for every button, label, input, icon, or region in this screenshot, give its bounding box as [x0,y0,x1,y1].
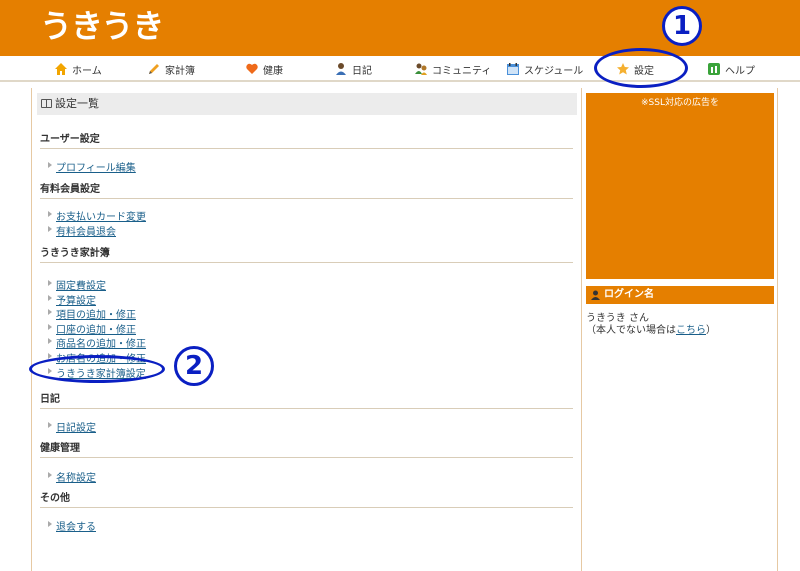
annotation-highlight-kakeibo-settings [29,355,165,383]
link-withdraw[interactable]: 退会する [48,518,96,533]
login-note-prefix: （本人でない場合は [586,325,676,336]
login-heading: ログイン名 [586,286,774,304]
pencil-icon [149,64,159,74]
settings-panel: 設定一覧 ユーザー設定 プロフィール編集 有料会員設定 お支払いカード変更 有料… [31,88,582,571]
link-paid-member-cancel[interactable]: 有料会員退会 [48,223,116,238]
section-heading-user: ユーザー設定 [40,130,573,149]
sidebar: ※SSL対応の広告を ログイン名 うきうき さん （本人でない場合はこちら） [582,88,778,571]
section-heading-diary: 日記 [40,390,573,409]
nav-item-nikki[interactable]: 日記 [334,60,372,78]
nav-item-home[interactable]: ホーム [54,60,102,78]
nav-label: 健康 [263,65,283,77]
calendar-icon [507,63,519,75]
ad-text: ※SSL対応の広告を [641,98,719,108]
nav-item-community[interactable]: コミュニティ [414,60,491,78]
link-name-settings[interactable]: 名称設定 [48,469,96,484]
section-heading-kakeibo: うきうき家計簿 [40,244,573,263]
link-payment-card[interactable]: お支払いカード変更 [48,208,146,223]
annotation-highlight-settings [594,48,688,88]
help-icon [708,63,720,75]
book-icon [41,99,52,108]
login-heading-text: ログイン名 [604,289,654,300]
login-note: （本人でない場合はこちら） [586,321,716,336]
community-icon [415,63,427,75]
nav-item-help[interactable]: ヘルプ [707,60,755,78]
user-icon [591,290,600,300]
nav-label: スケジュール [524,65,584,77]
site-logo[interactable]: うきうき [40,6,164,46]
nav-label: ホーム [72,65,102,77]
section-heading-other: その他 [40,489,573,508]
login-note-suffix: ） [706,325,716,336]
page-title: 設定一覧 [37,93,577,115]
nav-label: 日記 [352,65,372,77]
nav-label: 家計簿 [165,65,195,77]
nav-item-kakeibo[interactable]: 家計簿 [147,60,195,78]
link-profile-edit[interactable]: プロフィール編集 [48,159,136,174]
link-product-names[interactable]: 商品名の追加・修正 [48,335,146,350]
annotation-marker-1: 1 [662,6,702,46]
link-accounts[interactable]: 口座の追加・修正 [48,321,136,336]
ad-banner: ※SSL対応の広告を [586,93,774,279]
nav-label: ヘルプ [725,65,755,77]
person-icon [336,63,346,75]
annotation-marker-2: 2 [174,346,214,386]
link-diary-settings[interactable]: 日記設定 [48,419,96,434]
link-items[interactable]: 項目の追加・修正 [48,306,136,321]
nav-item-schedule[interactable]: スケジュール [506,60,583,78]
section-heading-health: 健康管理 [40,439,573,458]
nav-item-kenkou[interactable]: 健康 [245,60,283,78]
section-heading-paid-member: 有料会員設定 [40,180,573,199]
link-fixed-cost[interactable]: 固定費設定 [48,277,106,292]
link-budget[interactable]: 予算設定 [48,292,96,307]
nav-label: コミュニティ [432,65,492,77]
home-icon [55,63,67,75]
page-title-text: 設定一覧 [55,97,99,110]
not-me-link[interactable]: こちら [676,325,706,336]
heart-icon [246,63,258,74]
